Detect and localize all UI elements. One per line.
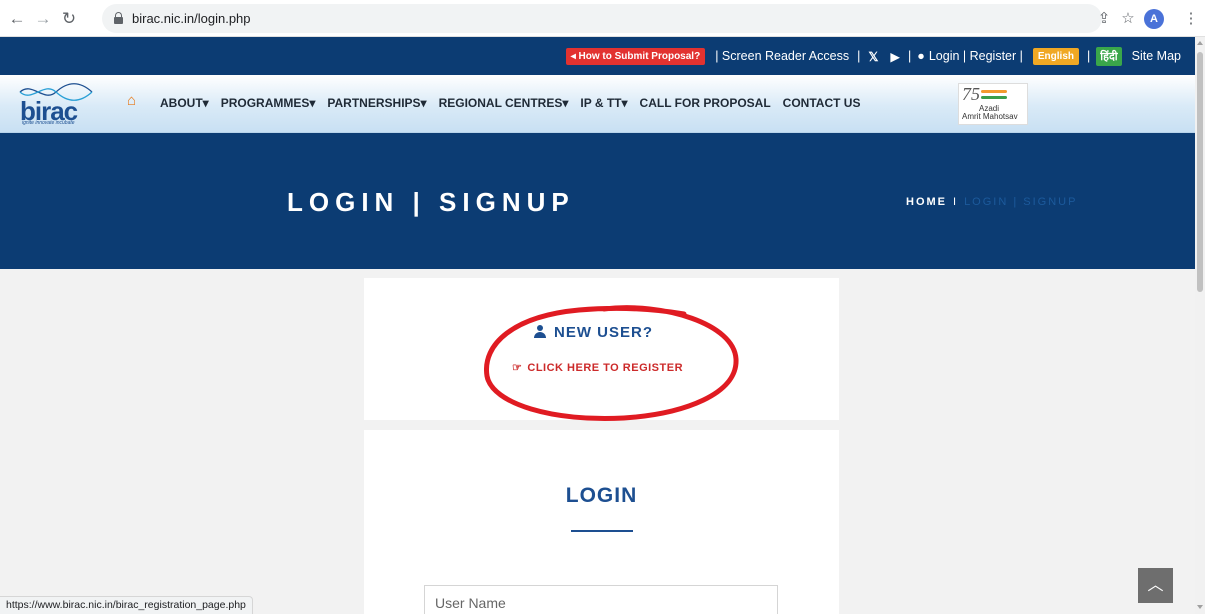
bookmark-star-icon[interactable]: ☆ [1117, 8, 1139, 30]
nav-item-partnerships[interactable]: PARTNERSHIPS▾ [327, 96, 426, 110]
new-user-heading: NEW USER? [534, 324, 653, 341]
megaphone-icon: ◂ [570, 50, 576, 62]
share-icon[interactable]: ⇪ [1093, 8, 1115, 30]
login-title: LOGIN [565, 484, 638, 507]
login-user-icon: ● [917, 49, 925, 63]
breadcrumb-current: LOGIN | SIGNUP [964, 196, 1078, 208]
how-to-submit-proposal-button[interactable]: ◂ How to Submit Proposal? [565, 47, 706, 65]
chevron-down-icon: ▾ [562, 96, 569, 110]
chevron-down-icon: ▾ [420, 96, 427, 110]
scroll-down-arrow-icon[interactable] [1197, 605, 1203, 609]
site-map-link[interactable]: Site Map [1132, 49, 1181, 63]
more-menu-icon[interactable]: ⋮ [1180, 8, 1202, 30]
logo-tagline: ignite innovate incubate [22, 120, 75, 126]
back-arrow-icon[interactable]: ← [6, 8, 28, 30]
lock-icon [114, 12, 123, 24]
azadi-ka-amrit-mahotsav-logo[interactable]: 75 Azadi Amrit Mahotsav [958, 83, 1028, 125]
username-input[interactable] [424, 585, 778, 614]
title-underline [571, 530, 633, 532]
youtube-icon[interactable]: ▶ [890, 49, 900, 64]
page-banner: LOGIN | SIGNUP HOME I LOGIN | SIGNUP [0, 133, 1195, 269]
new-user-card: NEW USER? ☞ CLICK HERE TO REGISTER [364, 278, 839, 420]
reload-icon[interactable]: ↻ [58, 8, 80, 30]
amrit-mahotsav-text: Amrit Mahotsav [962, 112, 1018, 121]
breadcrumb-home[interactable]: HOME [906, 196, 947, 208]
birac-logo[interactable]: birac ignite innovate incubate [18, 83, 98, 127]
page-title: LOGIN | SIGNUP [287, 187, 575, 217]
address-bar[interactable]: birac.nic.in/login.php [102, 4, 1102, 33]
screen-reader-link[interactable]: | Screen Reader Access [715, 49, 849, 63]
separator: | [908, 49, 912, 63]
nav-item-call-for-proposal[interactable]: CALL FOR PROPOSAL [640, 96, 771, 110]
forward-arrow-icon[interactable]: → [32, 8, 54, 30]
nav-item-contact-us[interactable]: CONTACT US [783, 96, 861, 110]
back-to-top-button[interactable]: ︿ [1138, 568, 1173, 603]
chevron-up-icon: ︿ [1147, 577, 1164, 594]
nav-item-regional-centres[interactable]: REGIONAL CENTRES▾ [439, 96, 569, 110]
breadcrumb: HOME I LOGIN | SIGNUP [906, 196, 1077, 208]
login-register-link[interactable]: Login | Register | [929, 49, 1023, 63]
nav-item-ip-tt[interactable]: IP & TT▾ [580, 96, 627, 110]
saffron-stripe [981, 90, 1007, 93]
green-stripe [981, 96, 1007, 99]
main-navigation: birac ignite innovate incubate ⌂ ABOUT▾ … [0, 75, 1195, 133]
azadi-number: 75 [962, 84, 980, 104]
home-icon[interactable]: ⌂ [127, 92, 136, 109]
chevron-down-icon: ▾ [309, 96, 316, 110]
user-icon [534, 325, 546, 338]
login-card: LOGIN [364, 430, 839, 614]
browser-status-bar: https://www.birac.nic.in/birac_registrat… [0, 596, 253, 614]
twitter-icon[interactable]: 𝕏 [868, 49, 878, 64]
chevron-down-icon: ▾ [621, 96, 628, 110]
nav-item-programmes[interactable]: PROGRAMMES▾ [221, 96, 316, 110]
english-language-button[interactable]: English [1032, 47, 1080, 65]
profile-avatar[interactable]: A [1144, 9, 1164, 29]
chevron-down-icon: ▾ [202, 96, 209, 110]
breadcrumb-separator: I [953, 196, 959, 208]
pointing-hand-icon: ☞ [512, 362, 523, 374]
nav-menu: ABOUT▾ PROGRAMMES▾ PARTNERSHIPS▾ REGIONA… [160, 96, 872, 110]
hindi-language-button[interactable]: हिंदी [1096, 46, 1122, 66]
separator: | [1087, 49, 1091, 63]
click-here-to-register-link[interactable]: ☞ CLICK HERE TO REGISTER [512, 361, 683, 374]
scrollbar-thumb[interactable] [1197, 52, 1203, 292]
scroll-up-arrow-icon[interactable] [1197, 41, 1203, 45]
url-text: birac.nic.in/login.php [132, 11, 251, 26]
top-utility-bar: ◂ How to Submit Proposal? | Screen Reade… [0, 37, 1195, 75]
browser-toolbar: ← → ↻ birac.nic.in/login.php ⇪ ☆ A ⋮ [0, 0, 1205, 37]
nav-item-about[interactable]: ABOUT▾ [160, 96, 209, 110]
separator: | [857, 49, 861, 63]
